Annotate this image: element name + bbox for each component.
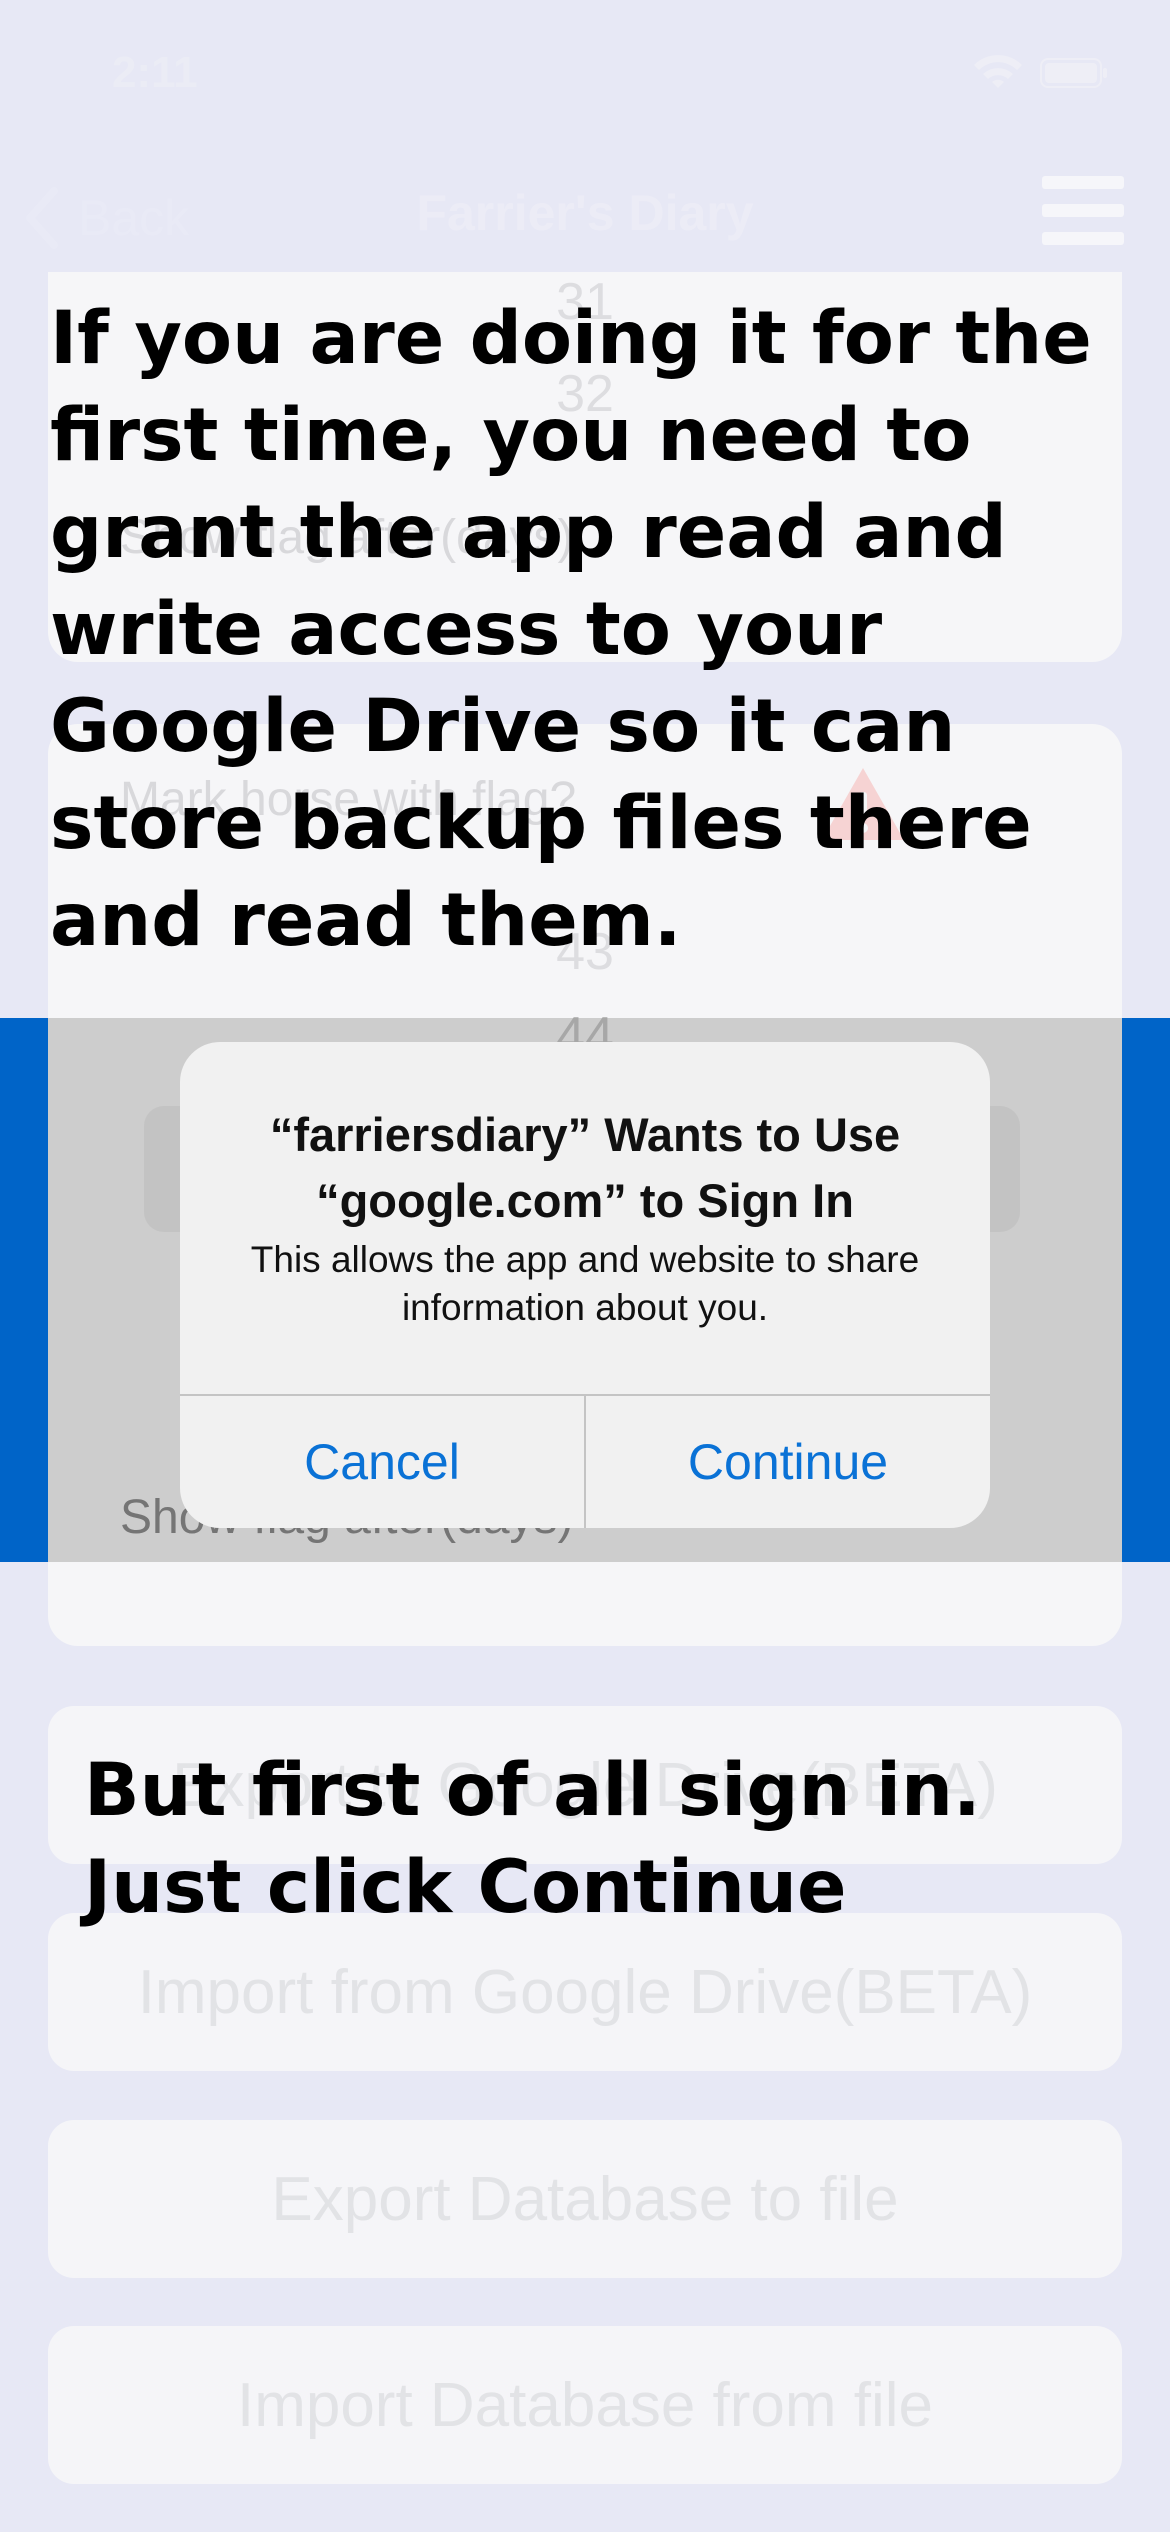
alert-message: This allows the app and website to share… (250, 1239, 920, 1328)
instruction-text-top: If you are doing it for the first time, … (50, 296, 1092, 963)
wifi-icon (974, 55, 1022, 88)
instruction-text-bottom: But first of all sign in. Just click Con… (84, 1748, 981, 1930)
cancel-button[interactable]: Cancel (180, 1396, 584, 1528)
battery-icon (1040, 58, 1107, 88)
page-title: Farrier's Diary (416, 185, 754, 241)
status-bar: 2:11 (0, 0, 1170, 150)
status-time: 2:11 (112, 48, 198, 97)
export-database-button[interactable]: Export Database to file (48, 2120, 1122, 2278)
hamburger-menu-icon[interactable] (1042, 176, 1124, 246)
sign-in-alert: “farriersdiary” Wants to Use “google.com… (180, 1042, 990, 1528)
continue-button[interactable]: Continue (586, 1396, 990, 1528)
navigation-bar: Back Farrier's Diary (0, 160, 1170, 280)
import-google-drive-button[interactable]: Import from Google Drive(BETA) (48, 1913, 1122, 2071)
import-database-button[interactable]: Import Database from file (48, 2326, 1122, 2484)
alert-title: “farriersdiary” Wants to Use “google.com… (269, 1108, 901, 1227)
